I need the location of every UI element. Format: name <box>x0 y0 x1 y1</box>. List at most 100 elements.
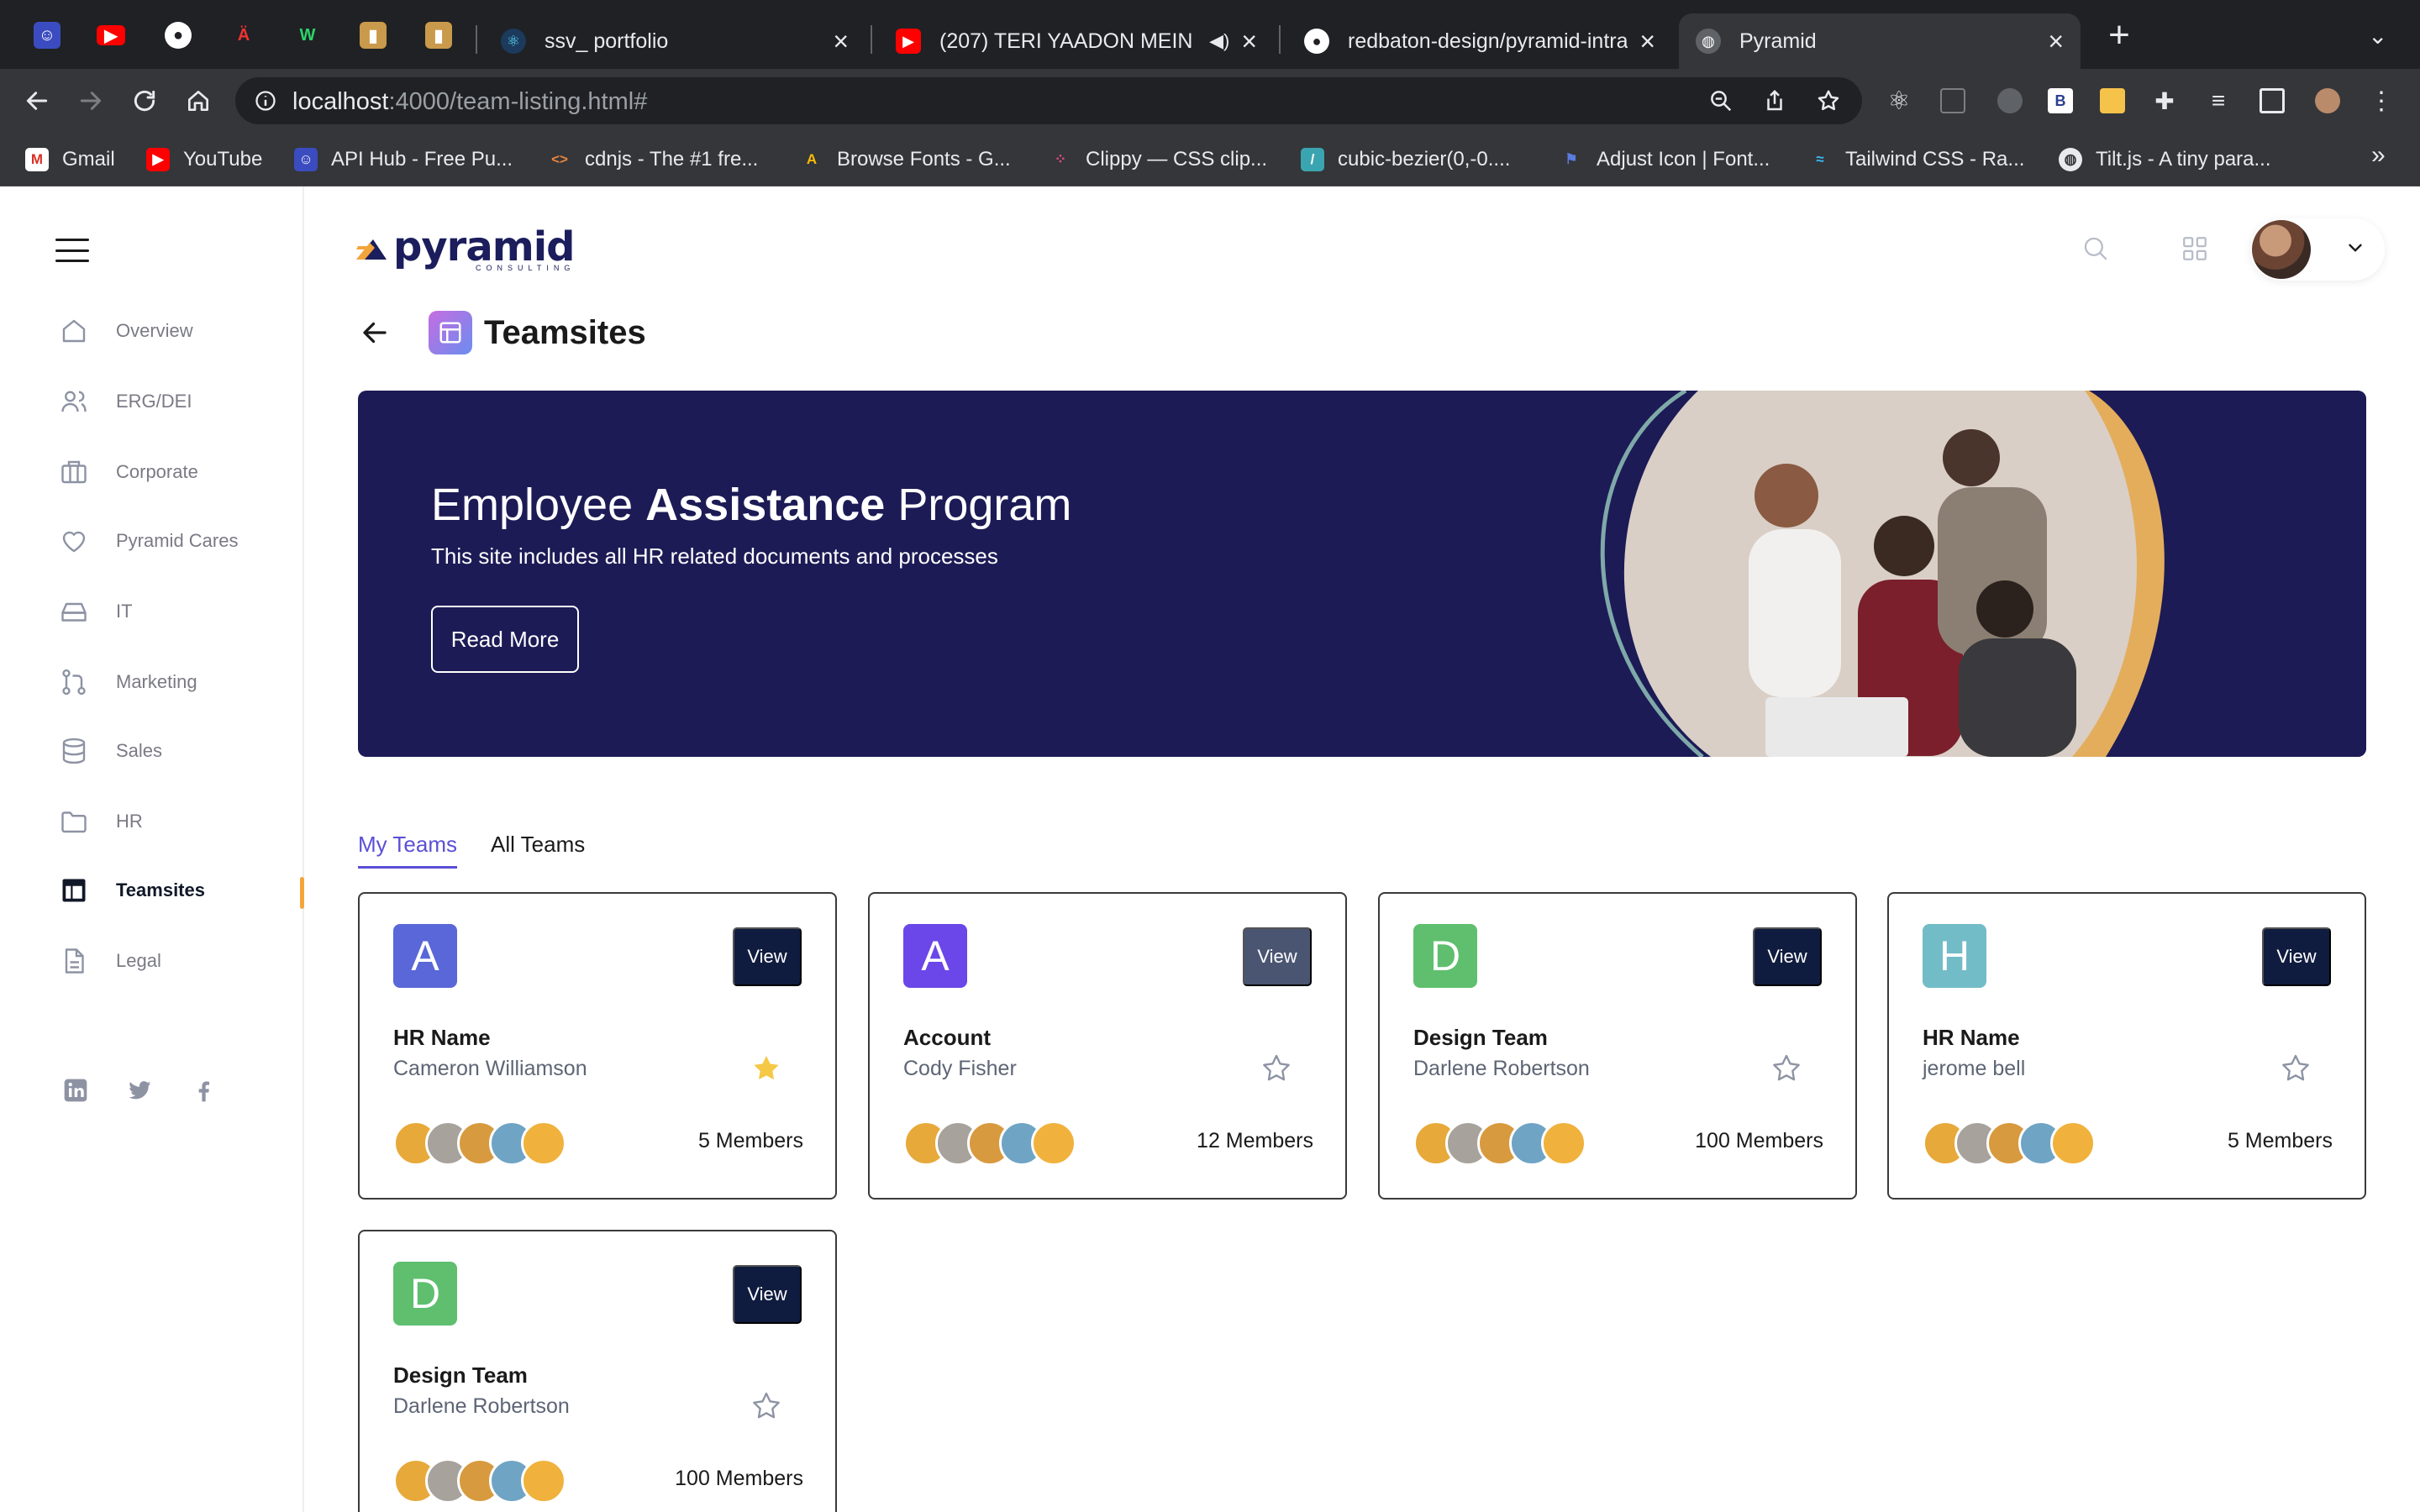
view-button[interactable]: View <box>733 927 802 986</box>
extension-b[interactable]: B <box>2044 84 2077 118</box>
team-card[interactable]: A View Account Cody Fisher 12 Members <box>868 892 1347 1200</box>
globe-icon: ◍ <box>1696 29 1721 54</box>
sidebar-item-legal[interactable]: Legal <box>57 936 304 986</box>
close-icon[interactable]: × <box>833 26 849 57</box>
menu-toggle-icon[interactable] <box>55 239 89 262</box>
star-outline-icon[interactable] <box>2279 1052 2312 1085</box>
sidebar-item-pyramid-cares[interactable]: Pyramid Cares <box>57 516 304 566</box>
arrow-left-icon <box>26 92 48 110</box>
tower-icon: Ä <box>237 25 250 45</box>
info-icon[interactable] <box>254 89 277 113</box>
tab-my-teams[interactable]: My Teams <box>358 825 457 869</box>
reload-button[interactable] <box>124 81 165 121</box>
tab-portfolio[interactable]: ⚛ ssv_ portfolio × <box>484 13 865 69</box>
profile-button[interactable] <box>2311 84 2344 118</box>
extension-bars[interactable] <box>1936 84 1970 118</box>
star-outline-icon[interactable] <box>1770 1052 1803 1085</box>
bookmark-star-button[interactable] <box>1813 86 1844 116</box>
pinned-tab-github[interactable]: ● <box>161 18 195 52</box>
side-panel-button[interactable] <box>2255 84 2289 118</box>
user-profile-menu[interactable] <box>2250 218 2385 281</box>
apps-grid-button[interactable] <box>2176 230 2213 267</box>
back-button[interactable] <box>17 81 57 121</box>
sidebar-item-overview[interactable]: Overview <box>57 306 304 356</box>
team-card[interactable]: D View Design Team Darlene Robertson 100… <box>1378 892 1857 1200</box>
bookmark-api-hub[interactable]: ☺ API Hub - Free Pu... <box>294 144 513 175</box>
sidebar-item-hr[interactable]: HR <box>57 796 304 847</box>
tab-youtube-song[interactable]: ▶ (207) TERI YAADON MEIN ◀) × <box>879 13 1274 69</box>
facebook-icon[interactable] <box>190 1077 217 1104</box>
teams-tabs: My Teams All Teams <box>358 825 585 875</box>
star-outline-icon[interactable] <box>750 1389 783 1423</box>
star-outline-icon[interactable] <box>1260 1052 1293 1085</box>
home-button[interactable] <box>178 81 218 121</box>
url-text[interactable]: localhost:4000/team-listing.html# <box>292 88 647 116</box>
pinned-tab-api-hub[interactable]: ☺ <box>30 18 64 52</box>
team-owner: Darlene Robertson <box>1413 1057 1590 1080</box>
pinned-tab-tower[interactable]: Ä <box>227 18 260 52</box>
sidebar-item-corporate[interactable]: Corporate <box>57 447 304 497</box>
extension-off[interactable] <box>1993 84 2027 118</box>
sidebar-item-label: Sales <box>116 740 163 761</box>
browser-menu-button[interactable]: ⋮ <box>2365 84 2398 118</box>
sidebar-item-sales[interactable]: Sales <box>57 726 304 776</box>
address-bar[interactable]: localhost:4000/team-listing.html# <box>235 77 1862 124</box>
view-button[interactable]: View <box>1753 927 1822 986</box>
forward-button[interactable] <box>71 81 111 121</box>
view-button[interactable]: View <box>1243 927 1312 986</box>
back-button[interactable] <box>356 314 393 351</box>
search-button[interactable] <box>2077 230 2114 267</box>
home-icon <box>188 91 208 111</box>
pyramid-logo[interactable]: pyramid <box>356 223 576 270</box>
tab-pyramid[interactable]: ◍ Pyramid × <box>1679 13 2081 69</box>
page-title: Teamsites <box>484 313 646 351</box>
sidebar-item-teamsites[interactable]: Teamsites <box>57 865 304 916</box>
team-letter-avatar: D <box>1413 924 1477 988</box>
bookmark-tailwind[interactable]: ≈ Tailwind CSS - Ra... <box>1808 144 2024 175</box>
pinned-tab-webflow[interactable]: W <box>291 18 324 52</box>
view-button[interactable]: View <box>2262 927 2331 986</box>
view-button[interactable]: View <box>733 1265 802 1324</box>
bookmark-google-fonts[interactable]: A Browse Fonts - G... <box>800 144 1011 175</box>
bookmark-clippy[interactable]: ⁘ Clippy — CSS clip... <box>1049 144 1267 175</box>
team-card[interactable]: A View HR Name Cameron Williamson 5 Memb… <box>358 892 837 1200</box>
close-icon[interactable]: × <box>1241 26 1257 57</box>
sidebar-item-it[interactable]: IT <box>57 586 304 637</box>
tab-search-chevron-icon[interactable]: ⌄ <box>2368 22 2387 50</box>
react-devtools-extension[interactable]: ⚛ <box>1882 84 1916 118</box>
zoom-button[interactable] <box>1706 86 1736 116</box>
team-card[interactable]: D View Design Team Darlene Robertson 100… <box>358 1230 837 1512</box>
home-icon <box>57 314 91 348</box>
reading-list-button[interactable]: ≡ <box>2202 84 2235 118</box>
bookmark-youtube[interactable]: ▶ YouTube <box>146 144 262 175</box>
sidebar-item-erg-dei[interactable]: ERG/DEI <box>57 376 304 427</box>
bookmark-adjust-icon[interactable]: ⚑ Adjust Icon | Font... <box>1560 144 1770 175</box>
bookmark-tilt[interactable]: ◍ Tilt.js - A tiny para... <box>2059 144 2271 175</box>
pinned-tab-youtube[interactable]: ▶ <box>94 18 128 52</box>
tab-all-teams[interactable]: All Teams <box>491 825 585 869</box>
sidebar-item-marketing[interactable]: Marketing <box>57 657 304 707</box>
logo-text: pyramid <box>393 223 576 270</box>
bookmark-cubic-bezier[interactable]: / cubic-bezier(0,-0.... <box>1301 144 1510 175</box>
read-more-button[interactable]: Read More <box>431 606 579 673</box>
extensions-button[interactable]: ✚ <box>2148 84 2181 118</box>
team-owner: jerome bell <box>1923 1057 2026 1080</box>
bookmarks-overflow-button[interactable]: » <box>2371 141 2386 170</box>
twitter-icon[interactable] <box>126 1077 153 1104</box>
extension-notes[interactable] <box>2096 84 2129 118</box>
speaker-icon[interactable]: ◀) <box>1209 30 1229 52</box>
tab-github-repo[interactable]: ● redbaton-design/pyramid-intra × <box>1287 13 1672 69</box>
close-icon[interactable]: × <box>1639 26 1655 57</box>
share-button[interactable] <box>1760 86 1790 116</box>
pinned-tab-figma-b[interactable]: ▮ <box>422 18 455 52</box>
star-filled-icon[interactable] <box>750 1052 783 1085</box>
new-tab-button[interactable]: + <box>2101 17 2138 55</box>
bookmark-gmail[interactable]: M Gmail <box>25 144 115 175</box>
close-icon[interactable]: × <box>2048 26 2064 57</box>
pinned-tab-figma-a[interactable]: ▮ <box>356 18 390 52</box>
team-letter-avatar: H <box>1923 924 1986 988</box>
bookmark-cdnjs[interactable]: <> cdnjs - The #1 fre... <box>548 144 758 175</box>
team-card[interactable]: H View HR Name jerome bell 5 Members <box>1887 892 2366 1200</box>
linkedin-icon[interactable] <box>62 1077 89 1104</box>
team-name: Design Team <box>393 1362 528 1388</box>
